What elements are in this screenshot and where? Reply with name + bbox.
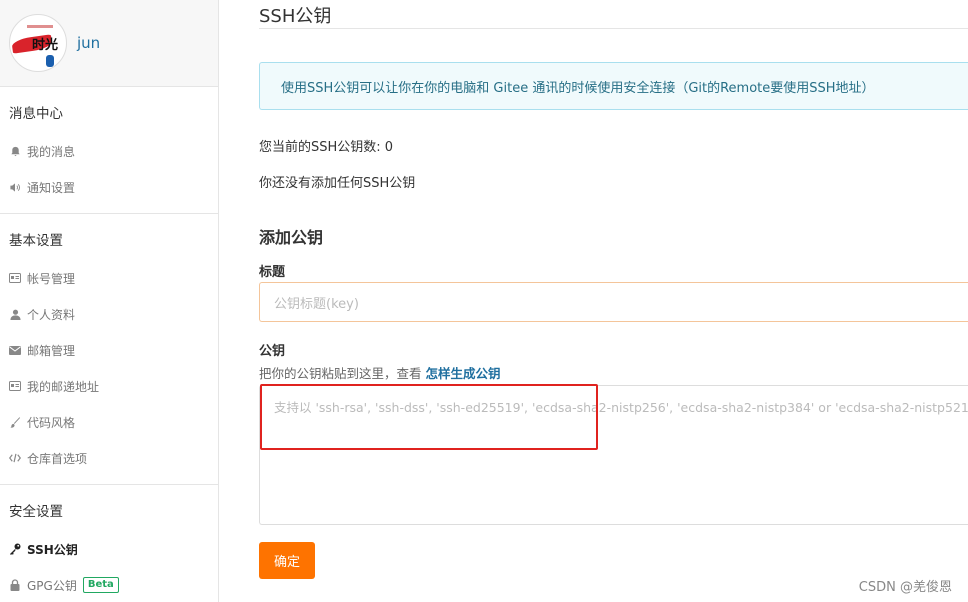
sidebar-item-label: 代码风格 xyxy=(27,415,76,430)
sidebar-item-repo-preferences[interactable]: 仓库首选项 xyxy=(0,440,218,476)
watermark: CSDN @羌俊恩 xyxy=(858,580,952,595)
how-to-generate-key-link[interactable]: 怎样生成公钥 xyxy=(426,366,501,381)
public-key-textarea[interactable]: 支持以 'ssh-rsa', 'ssh-dss', 'ssh-ed25519',… xyxy=(259,385,968,525)
mail-icon xyxy=(9,344,21,356)
settings-sidebar: 时光 jun 消息中心 我的消息 通知设置 基本设置 帐号管理 个人资料 邮箱管… xyxy=(0,0,219,602)
sidebar-item-ssh-keys[interactable]: SSH公钥 xyxy=(0,531,218,567)
key-field-hint: 把你的公钥粘贴到这里，查看 怎样生成公钥 xyxy=(259,363,501,382)
sidebar-item-notification-settings[interactable]: 通知设置 xyxy=(0,169,218,205)
section-security-settings: 安全设置 SSH公钥 GPG公钥 Beta xyxy=(0,485,218,602)
section-basic-settings: 基本设置 帐号管理 个人资料 邮箱管理 我的邮递地址 代码风格 仓库首选项 xyxy=(0,214,218,485)
sidebar-item-account[interactable]: 帐号管理 xyxy=(0,260,218,296)
sidebar-item-label: 我的消息 xyxy=(27,144,76,159)
bell-icon xyxy=(9,145,21,157)
section-message-center: 消息中心 我的消息 通知设置 xyxy=(0,87,218,214)
ssh-key-count: 您当前的SSH公钥数: 0 xyxy=(259,140,394,155)
section-title: 消息中心 xyxy=(9,106,63,122)
brush-icon xyxy=(9,416,21,428)
sidebar-item-mailing-address[interactable]: 我的邮递地址 xyxy=(0,368,218,404)
sidebar-item-label: 仓库首选项 xyxy=(27,451,88,466)
sidebar-item-label: 通知设置 xyxy=(27,180,76,195)
confirm-button[interactable]: 确定 xyxy=(259,542,315,579)
add-key-heading: 添加公钥 xyxy=(259,228,324,247)
sidebar-item-email[interactable]: 邮箱管理 xyxy=(0,332,218,368)
section-title: 基本设置 xyxy=(9,233,63,249)
empty-state-text: 你还没有添加任何SSH公钥 xyxy=(259,176,416,191)
sidebar-item-label: GPG公钥 xyxy=(27,578,77,593)
key-title-input[interactable]: 公钥标题(key) xyxy=(259,282,968,322)
title-field-label: 标题 xyxy=(259,265,286,280)
sidebar-item-code-style[interactable]: 代码风格 xyxy=(0,404,218,440)
hint-text: 把你的公钥粘贴到这里，查看 xyxy=(259,366,422,381)
sidebar-item-my-messages[interactable]: 我的消息 xyxy=(0,133,218,169)
beta-badge: Beta xyxy=(82,577,119,593)
sidebar-item-label: 邮箱管理 xyxy=(27,343,76,358)
sidebar-item-label: 帐号管理 xyxy=(27,271,76,286)
address-card-icon xyxy=(9,380,21,392)
id-card-icon xyxy=(9,272,21,284)
sidebar-item-profile[interactable]: 个人资料 xyxy=(0,296,218,332)
avatar[interactable]: 时光 xyxy=(9,14,67,72)
username[interactable]: jun xyxy=(77,34,100,52)
key-icon xyxy=(9,543,21,555)
section-title: 安全设置 xyxy=(9,504,63,520)
sidebar-item-gpg-keys[interactable]: GPG公钥 Beta xyxy=(0,567,218,602)
sidebar-item-label: SSH公钥 xyxy=(27,542,78,557)
main-content: SSH公钥 使用SSH公钥可以让你在你的电脑和 Gitee 通讯的时候使用安全连… xyxy=(259,0,968,602)
speaker-icon xyxy=(9,181,21,193)
sidebar-item-label: 个人资料 xyxy=(27,307,76,322)
page-title: SSH公钥 xyxy=(259,0,968,29)
user-icon xyxy=(9,308,21,320)
code-icon xyxy=(9,452,21,464)
info-alert: 使用SSH公钥可以让你在你的电脑和 Gitee 通讯的时候使用安全连接（Git的… xyxy=(259,62,968,110)
profile-header: 时光 jun xyxy=(0,0,218,87)
lock-icon xyxy=(9,579,21,591)
key-field-label: 公钥 xyxy=(259,344,286,359)
sidebar-item-label: 我的邮递地址 xyxy=(27,379,100,394)
